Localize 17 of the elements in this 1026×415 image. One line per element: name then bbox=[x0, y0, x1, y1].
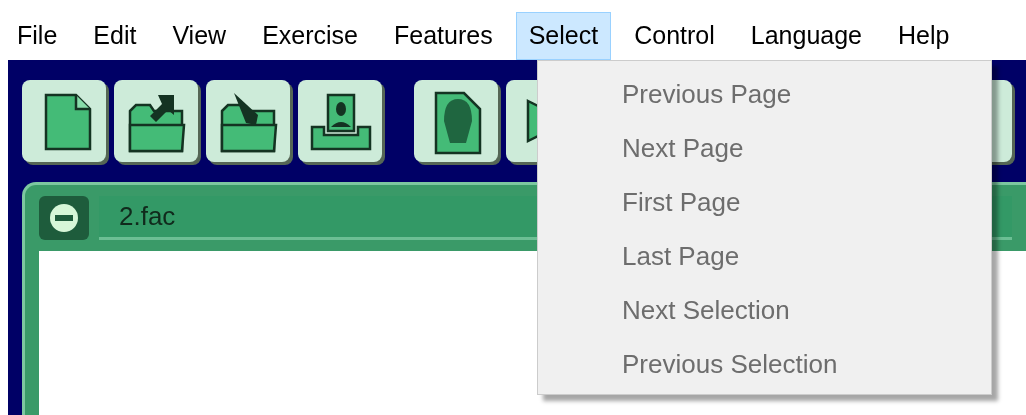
menu-item[interactable]: View bbox=[159, 12, 240, 60]
menu-item[interactable]: Features bbox=[381, 12, 506, 60]
menu-item[interactable]: Language bbox=[737, 12, 875, 60]
toolbar-button[interactable] bbox=[206, 80, 290, 162]
toolbar-button[interactable] bbox=[414, 80, 498, 162]
toolbar-button[interactable] bbox=[22, 80, 106, 162]
minimize-button[interactable] bbox=[39, 196, 89, 240]
toolbar-button[interactable] bbox=[298, 80, 382, 162]
menu-item[interactable]: Help bbox=[885, 12, 963, 60]
menu-item[interactable]: Edit bbox=[80, 12, 150, 60]
minus-icon bbox=[49, 203, 79, 233]
toolbar-button[interactable] bbox=[114, 80, 198, 162]
menu-item[interactable]: File bbox=[4, 12, 71, 60]
menu-item[interactable]: Select bbox=[515, 12, 612, 60]
document-title: 2.fac bbox=[119, 200, 176, 233]
menu-item[interactable]: Exercise bbox=[249, 12, 371, 60]
menu-item[interactable]: Control bbox=[621, 12, 728, 60]
